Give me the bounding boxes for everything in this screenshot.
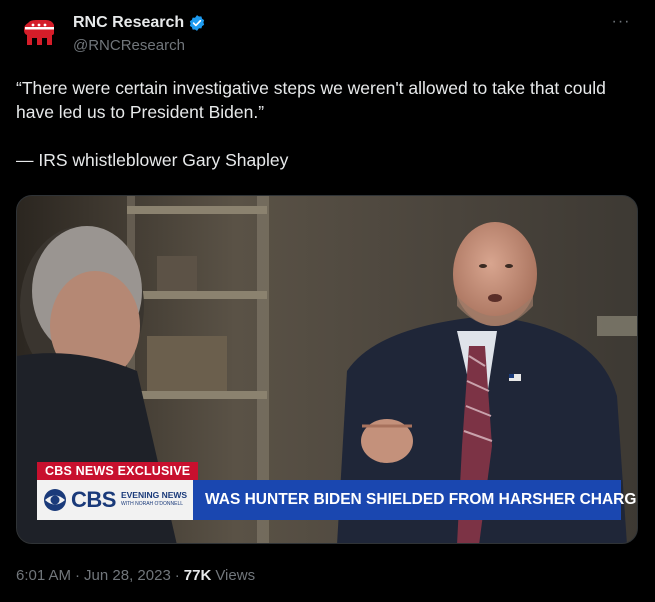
tweet-attribution: — IRS whistleblower Gary Shapley <box>16 150 289 170</box>
views-count[interactable]: 77K <box>184 567 212 584</box>
tweet-date[interactable]: Jun 28, 2023 <box>84 567 171 584</box>
network-logo-text: CBS <box>71 487 116 512</box>
cbs-eye-icon <box>44 489 66 511</box>
tweet-card: RNC Research @RNCResearch ··· “There wer… <box>0 0 655 602</box>
author-display-name[interactable]: RNC Research <box>73 14 184 32</box>
network-logo-panel: CBS EVENING NEWS WITH NORAH O'DONNELL <box>37 480 193 520</box>
author-avatar[interactable] <box>16 10 62 56</box>
views-label: Views <box>215 567 256 584</box>
gop-elephant-icon <box>24 20 54 45</box>
chyron-exclusive-label: CBS NEWS EXCLUSIVE <box>37 462 199 480</box>
meta-separator: · <box>174 567 180 584</box>
tweet-media[interactable]: CBS NEWS EXCLUSIVE CBS EVENING NEWS WITH… <box>16 195 638 544</box>
tweet-meta: 6:01 AM · Jun 28, 2023 · 77K Views <box>16 567 255 584</box>
meta-separator: · <box>75 567 81 584</box>
author-header: RNC Research @RNCResearch <box>73 12 206 54</box>
program-name: EVENING NEWS WITH NORAH O'DONNELL <box>120 490 188 508</box>
chyron-headline: WAS HUNTER BIDEN SHIELDED FROM HARSHER C… <box>193 480 637 520</box>
verified-badge-icon <box>190 15 205 31</box>
tweet-time[interactable]: 6:01 AM <box>16 567 71 584</box>
tweet-quote: “There were certain investigative steps … <box>16 78 606 122</box>
author-handle[interactable]: @RNCResearch <box>73 37 206 54</box>
more-options-icon: ··· <box>611 13 631 30</box>
tweet-body: “There were certain investigative steps … <box>16 76 636 172</box>
more-options-button[interactable]: ··· <box>609 12 633 32</box>
